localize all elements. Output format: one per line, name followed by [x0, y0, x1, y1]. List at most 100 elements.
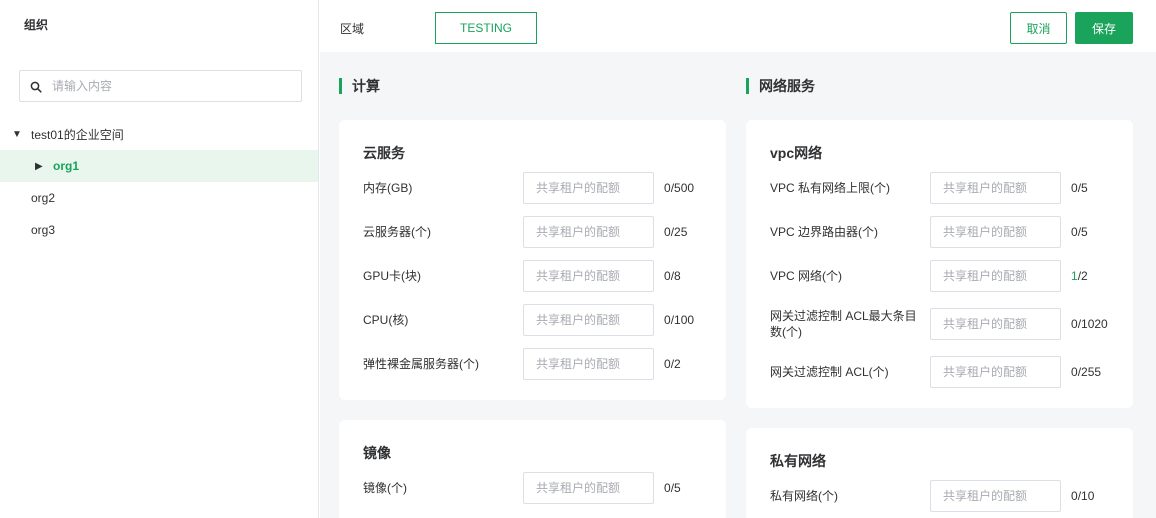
- quota-input-memory[interactable]: [523, 172, 654, 204]
- org-search-input[interactable]: [52, 71, 292, 101]
- quota-usage: 0/255: [1071, 356, 1101, 388]
- sidebar-title: 组织: [24, 18, 49, 32]
- tree-node-org2[interactable]: org2: [0, 182, 318, 214]
- quota-label: 网关过滤控制 ACL最大条目数(个): [770, 309, 917, 339]
- search-icon: [30, 81, 42, 93]
- quota-input-private-network[interactable]: [930, 480, 1061, 512]
- save-button[interactable]: 保存: [1075, 12, 1133, 44]
- tree-node-enterprise-space[interactable]: ▼ test01的企业空间: [0, 118, 318, 150]
- quota-used: 0: [664, 225, 671, 239]
- quota-used: 0: [1071, 365, 1078, 379]
- quota-used: 0: [664, 357, 671, 371]
- org-sidebar: 组织 ▼ test01的企业空间 ▶ org1 org2 org3: [0, 0, 319, 518]
- card-private-network: 私有网络 私有网络(个) 0/10: [746, 428, 1133, 518]
- quota-label: 内存(GB): [363, 181, 413, 195]
- org-search-box[interactable]: [19, 70, 302, 102]
- card-title: 云服务: [363, 145, 405, 161]
- tree-node-org1[interactable]: ▶ org1: [0, 150, 318, 182]
- card-title: 私有网络: [770, 453, 826, 469]
- quota-used: 1: [1071, 269, 1078, 283]
- card-cloud-service: 云服务 内存(GB) 0/500 云服务器(个) 0/25 GPU卡(块) 0/…: [339, 120, 726, 400]
- quota-usage: 0/5: [1071, 172, 1088, 204]
- quota-label: 弹性裸金属服务器(个): [363, 357, 479, 371]
- quota-label: VPC 私有网络上限(个): [770, 181, 891, 195]
- tree-node-org3[interactable]: org3: [0, 214, 318, 246]
- quota-input-servers[interactable]: [523, 216, 654, 248]
- quota-label: GPU卡(块): [363, 269, 421, 283]
- cancel-button[interactable]: 取消: [1010, 12, 1067, 44]
- quota-label: 网关过滤控制 ACL(个): [770, 365, 889, 379]
- quota-row-cpu: CPU(核) 0/100: [363, 304, 703, 336]
- quota-total: /255: [1077, 365, 1102, 379]
- region-toolbar: 区域 TESTING 取消 保存: [320, 0, 1156, 52]
- quota-usage: 0/5: [664, 472, 681, 504]
- quota-total: /2: [670, 357, 681, 371]
- quota-input-bare-metal[interactable]: [523, 348, 654, 380]
- quota-usage: 0/1020: [1071, 308, 1108, 340]
- quota-label: 私有网络(个): [770, 489, 838, 503]
- quota-label: VPC 网络(个): [770, 269, 843, 283]
- tree-node-label: org1: [53, 159, 80, 173]
- quota-usage: 0/25: [664, 216, 687, 248]
- quota-row-acl: 网关过滤控制 ACL(个) 0/255: [770, 356, 1110, 388]
- quota-total: /2: [1077, 269, 1088, 283]
- quota-label: 云服务器(个): [363, 225, 431, 239]
- quota-row-bare-metal: 弹性裸金属服务器(个) 0/2: [363, 348, 703, 380]
- quota-usage: 0/10: [1071, 480, 1094, 512]
- section-title-network: 网络服务: [746, 77, 815, 95]
- region-tag-testing[interactable]: TESTING: [435, 12, 537, 44]
- quota-row-memory: 内存(GB) 0/500: [363, 172, 703, 204]
- quota-input-gpu[interactable]: [523, 260, 654, 292]
- quota-row-acl-entries: 网关过滤控制 ACL最大条目数(个) 0/1020: [770, 308, 1110, 340]
- quota-input-image[interactable]: [523, 472, 654, 504]
- quota-used: 0: [664, 181, 671, 195]
- quota-total: /500: [670, 181, 695, 195]
- quota-usage: 0/8: [664, 260, 681, 292]
- caret-down-icon[interactable]: ▼: [12, 129, 26, 140]
- quota-row-vpc-limit: VPC 私有网络上限(个) 0/5: [770, 172, 1110, 204]
- quota-total: /8: [670, 269, 681, 283]
- quota-row-image: 镜像(个) 0/5: [363, 472, 703, 504]
- quota-usage: 0/500: [664, 172, 694, 204]
- quota-usage: 1/2: [1071, 260, 1088, 292]
- quota-total: /1020: [1077, 317, 1108, 331]
- card-image: 镜像 镜像(个) 0/5: [339, 420, 726, 518]
- card-title: vpc网络: [770, 145, 823, 161]
- quota-row-vpc-network: VPC 网络(个) 1/2: [770, 260, 1110, 292]
- quota-used: 0: [664, 269, 671, 283]
- quota-used: 0: [1071, 317, 1078, 331]
- quota-input-vpc-limit[interactable]: [930, 172, 1061, 204]
- quota-input-vpc-router[interactable]: [930, 216, 1061, 248]
- quota-label: VPC 边界路由器(个): [770, 225, 879, 239]
- quota-row-servers: 云服务器(个) 0/25: [363, 216, 703, 248]
- quota-row-gpu: GPU卡(块) 0/8: [363, 260, 703, 292]
- quota-total: /25: [670, 225, 688, 239]
- quota-input-cpu[interactable]: [523, 304, 654, 336]
- quota-input-acl-entries[interactable]: [930, 308, 1061, 340]
- quota-total: /5: [670, 481, 681, 495]
- caret-right-icon[interactable]: ▶: [35, 161, 49, 172]
- quota-total: /5: [1077, 181, 1088, 195]
- quota-total: /10: [1077, 489, 1095, 503]
- quota-used: 0: [1071, 225, 1078, 239]
- quota-total: /100: [670, 313, 695, 327]
- quota-usage: 0/5: [1071, 216, 1088, 248]
- tree-node-label: org3: [31, 223, 56, 237]
- card-title: 镜像: [363, 445, 391, 461]
- quota-row-private-network: 私有网络(个) 0/10: [770, 480, 1110, 512]
- quota-row-vpc-router: VPC 边界路由器(个) 0/5: [770, 216, 1110, 248]
- quota-used: 0: [1071, 489, 1078, 503]
- quota-used: 0: [664, 481, 671, 495]
- region-label: 区域: [340, 22, 365, 36]
- card-vpc: vpc网络 VPC 私有网络上限(个) 0/5 VPC 边界路由器(个) 0/5…: [746, 120, 1133, 408]
- tree-node-label: org2: [31, 191, 56, 205]
- section-title-compute: 计算: [339, 77, 380, 95]
- quota-total: /5: [1077, 225, 1088, 239]
- quota-panel: 区域 TESTING 取消 保存 计算 云服务 内存(GB) 0/500 云服务…: [320, 0, 1156, 518]
- quota-usage: 0/100: [664, 304, 694, 336]
- quota-input-acl[interactable]: [930, 356, 1061, 388]
- quota-label: 镜像(个): [363, 481, 407, 495]
- tree-node-label: test01的企业空间: [31, 127, 124, 142]
- quota-input-vpc-network[interactable]: [930, 260, 1061, 292]
- quota-usage: 0/2: [664, 348, 681, 380]
